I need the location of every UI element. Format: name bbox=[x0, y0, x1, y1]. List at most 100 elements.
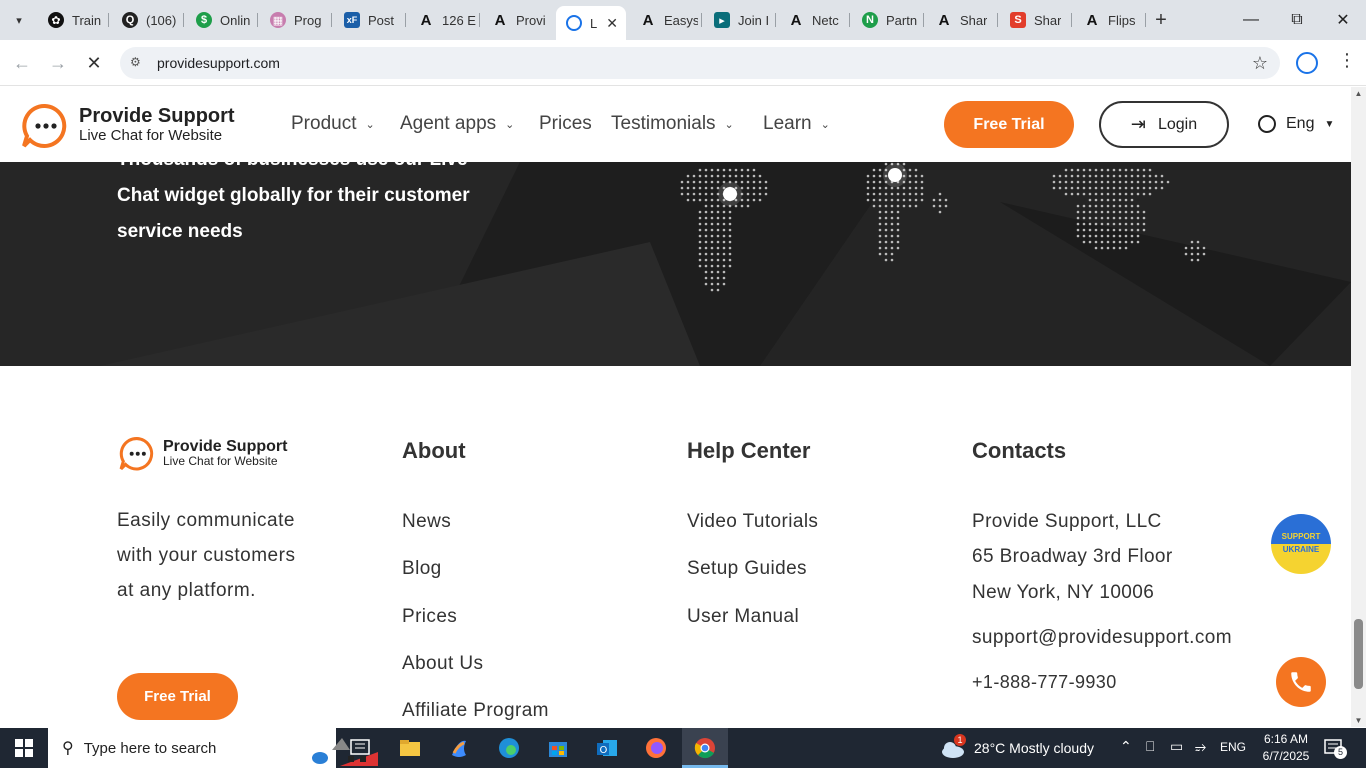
nav-agent-apps[interactable]: Agent apps ⌄ bbox=[400, 113, 514, 135]
browser-tab[interactable]: $ Onlin bbox=[186, 8, 254, 32]
notifications-icon[interactable]: 5 bbox=[1324, 738, 1347, 759]
footer-description: Easily communicate with your customers a… bbox=[117, 510, 296, 601]
browser-tab[interactable]: A Easys bbox=[630, 8, 698, 32]
browser-tab-active[interactable]: L ✕ bbox=[556, 6, 626, 40]
wifi-icon[interactable]: ⥴ bbox=[1195, 738, 1206, 755]
outlook-icon[interactable]: O bbox=[587, 732, 627, 764]
provide-support-logo-icon[interactable] bbox=[20, 102, 70, 148]
footer-link-setup-guides[interactable]: Setup Guides bbox=[687, 558, 807, 580]
close-window-icon[interactable]: ✕ bbox=[1320, 0, 1366, 40]
browser-tab[interactable]: A Flips bbox=[1074, 8, 1142, 32]
address-bar[interactable]: ⚙ providesupport.com ☆ bbox=[120, 47, 1280, 79]
a-icon: A bbox=[938, 11, 950, 29]
microsoft-store-icon[interactable] bbox=[538, 732, 578, 764]
profile-avatar-icon[interactable] bbox=[1296, 52, 1318, 74]
clock-time[interactable]: 6:16 AM bbox=[1254, 732, 1318, 746]
url-text[interactable]: providesupport.com bbox=[157, 55, 280, 71]
tab-title: Shar bbox=[960, 12, 988, 28]
logo-name[interactable]: Provide Support bbox=[79, 105, 235, 128]
tab-title: Partn bbox=[886, 12, 918, 28]
grid-icon: ▦ bbox=[270, 12, 286, 28]
weather-text[interactable]: 28°C Mostly cloudy bbox=[974, 740, 1094, 756]
browser-tab[interactable]: ▸ Join I bbox=[704, 8, 772, 32]
browser-tab[interactable]: ▦ Prog bbox=[260, 8, 328, 32]
footer-logo-icon[interactable] bbox=[118, 435, 156, 471]
browser-tab[interactable]: A 126 E bbox=[408, 8, 476, 32]
meet-now-icon[interactable]: ⎕ bbox=[1146, 738, 1154, 755]
contact-phone-link[interactable]: +1-888-777-9930 bbox=[972, 672, 1117, 693]
scroll-thumb[interactable] bbox=[1354, 619, 1363, 689]
start-button[interactable] bbox=[0, 728, 48, 768]
quora-icon: Q bbox=[122, 12, 138, 28]
taskbar-search-box[interactable]: ⚲ Type here to search bbox=[48, 728, 378, 768]
call-button[interactable] bbox=[1276, 657, 1326, 707]
browser-tab[interactable]: N Partn bbox=[852, 8, 920, 32]
copilot-icon[interactable] bbox=[439, 732, 479, 764]
chevron-down-icon: ⌄ bbox=[365, 118, 375, 131]
language-selector[interactable]: Eng ▼ bbox=[1258, 115, 1334, 133]
hero-text: Thousands of businesses use our Live Cha… bbox=[117, 162, 517, 250]
globe-icon bbox=[1258, 115, 1276, 133]
support-ukraine-badge[interactable]: SUPPORT UKRAINE bbox=[1271, 514, 1331, 574]
browser-tab[interactable]: Q (106) bbox=[112, 8, 180, 32]
nav-prices[interactable]: Prices bbox=[539, 113, 592, 135]
firefox-icon[interactable] bbox=[636, 732, 676, 764]
badge-line: UKRAINE bbox=[1282, 545, 1320, 554]
footer-link-user-manual[interactable]: User Manual bbox=[687, 606, 799, 628]
bookmark-star-icon[interactable]: ☆ bbox=[1252, 53, 1268, 74]
footer-free-trial-button[interactable]: Free Trial bbox=[117, 673, 238, 720]
tab-title: Shar bbox=[1034, 12, 1062, 28]
back-icon[interactable]: ← bbox=[10, 51, 34, 75]
browser-tab[interactable]: A Provi bbox=[482, 8, 550, 32]
tab-search-button[interactable]: ▾ bbox=[6, 7, 32, 33]
site-settings-icon[interactable]: ⚙ bbox=[130, 55, 146, 71]
weather-icon[interactable]: 1 bbox=[940, 734, 966, 760]
task-view-icon[interactable] bbox=[340, 732, 380, 764]
tab-title: (106) bbox=[146, 12, 177, 28]
clock-date[interactable]: 6/7/2025 bbox=[1254, 749, 1318, 763]
battery-icon[interactable]: ▭ bbox=[1170, 738, 1183, 755]
file-explorer-icon[interactable] bbox=[390, 732, 430, 764]
minimize-icon[interactable]: — bbox=[1228, 0, 1274, 40]
chrome-icon[interactable] bbox=[685, 732, 725, 764]
scroll-up-arrow-icon[interactable]: ▲ bbox=[1351, 89, 1366, 98]
browser-tab[interactable]: ✿ Train bbox=[38, 8, 106, 32]
edge-browser-icon[interactable] bbox=[489, 732, 529, 764]
browser-tab[interactable]: A Netc bbox=[778, 8, 846, 32]
forward-icon[interactable]: → bbox=[46, 51, 70, 75]
input-language[interactable]: ENG bbox=[1220, 740, 1246, 754]
nav-label: Product bbox=[291, 113, 357, 134]
login-button[interactable]: ⇥ Login bbox=[1099, 101, 1229, 148]
footer-link-prices[interactable]: Prices bbox=[402, 606, 457, 628]
nav-label: Testimonials bbox=[611, 113, 716, 134]
free-trial-button[interactable]: Free Trial bbox=[944, 101, 1074, 148]
browser-tab[interactable]: S Shar bbox=[1000, 8, 1068, 32]
dollar-icon: $ bbox=[196, 12, 212, 28]
browser-tab[interactable]: xF Post bbox=[334, 8, 402, 32]
tab-title: Provi bbox=[516, 12, 546, 28]
hero-section: Thousands of businesses use our Live Cha… bbox=[0, 162, 1351, 366]
footer-link-video-tutorials[interactable]: Video Tutorials bbox=[687, 511, 818, 533]
footer-link-blog[interactable]: Blog bbox=[402, 558, 442, 580]
browser-tab[interactable]: A Shar bbox=[926, 8, 994, 32]
nav-testimonials[interactable]: Testimonials ⌄ bbox=[611, 113, 734, 135]
stop-loading-icon[interactable]: ✕ bbox=[82, 51, 106, 75]
new-tab-button[interactable]: + bbox=[1150, 8, 1172, 32]
footer-link-news[interactable]: News bbox=[402, 511, 451, 533]
tab-title: Post bbox=[368, 12, 395, 28]
contact-email-link[interactable]: support@providesupport.com bbox=[972, 627, 1232, 649]
scroll-down-arrow-icon[interactable]: ▼ bbox=[1351, 716, 1366, 725]
show-hidden-icons-icon[interactable]: ⌃ bbox=[1120, 738, 1132, 755]
nav-product[interactable]: Product ⌄ bbox=[291, 113, 375, 135]
providesupport-icon bbox=[566, 15, 582, 31]
footer-link-about-us[interactable]: About Us bbox=[402, 653, 483, 675]
tab-title: 126 E bbox=[442, 12, 476, 28]
web-page: Thousands of businesses use our Live Cha… bbox=[0, 87, 1351, 727]
nav-learn[interactable]: Learn ⌄ bbox=[763, 113, 830, 135]
page-scrollbar[interactable]: ▲ ▼ bbox=[1351, 87, 1366, 727]
restore-icon[interactable]: ⧉ bbox=[1274, 0, 1320, 40]
footer-link-affiliate-program[interactable]: Affiliate Program bbox=[402, 700, 549, 722]
close-tab-icon[interactable]: ✕ bbox=[606, 15, 618, 32]
contact-address-line1: 65 Broadway 3rd Floor bbox=[972, 546, 1173, 567]
browser-menu-icon[interactable]: ⋮ bbox=[1338, 50, 1356, 71]
